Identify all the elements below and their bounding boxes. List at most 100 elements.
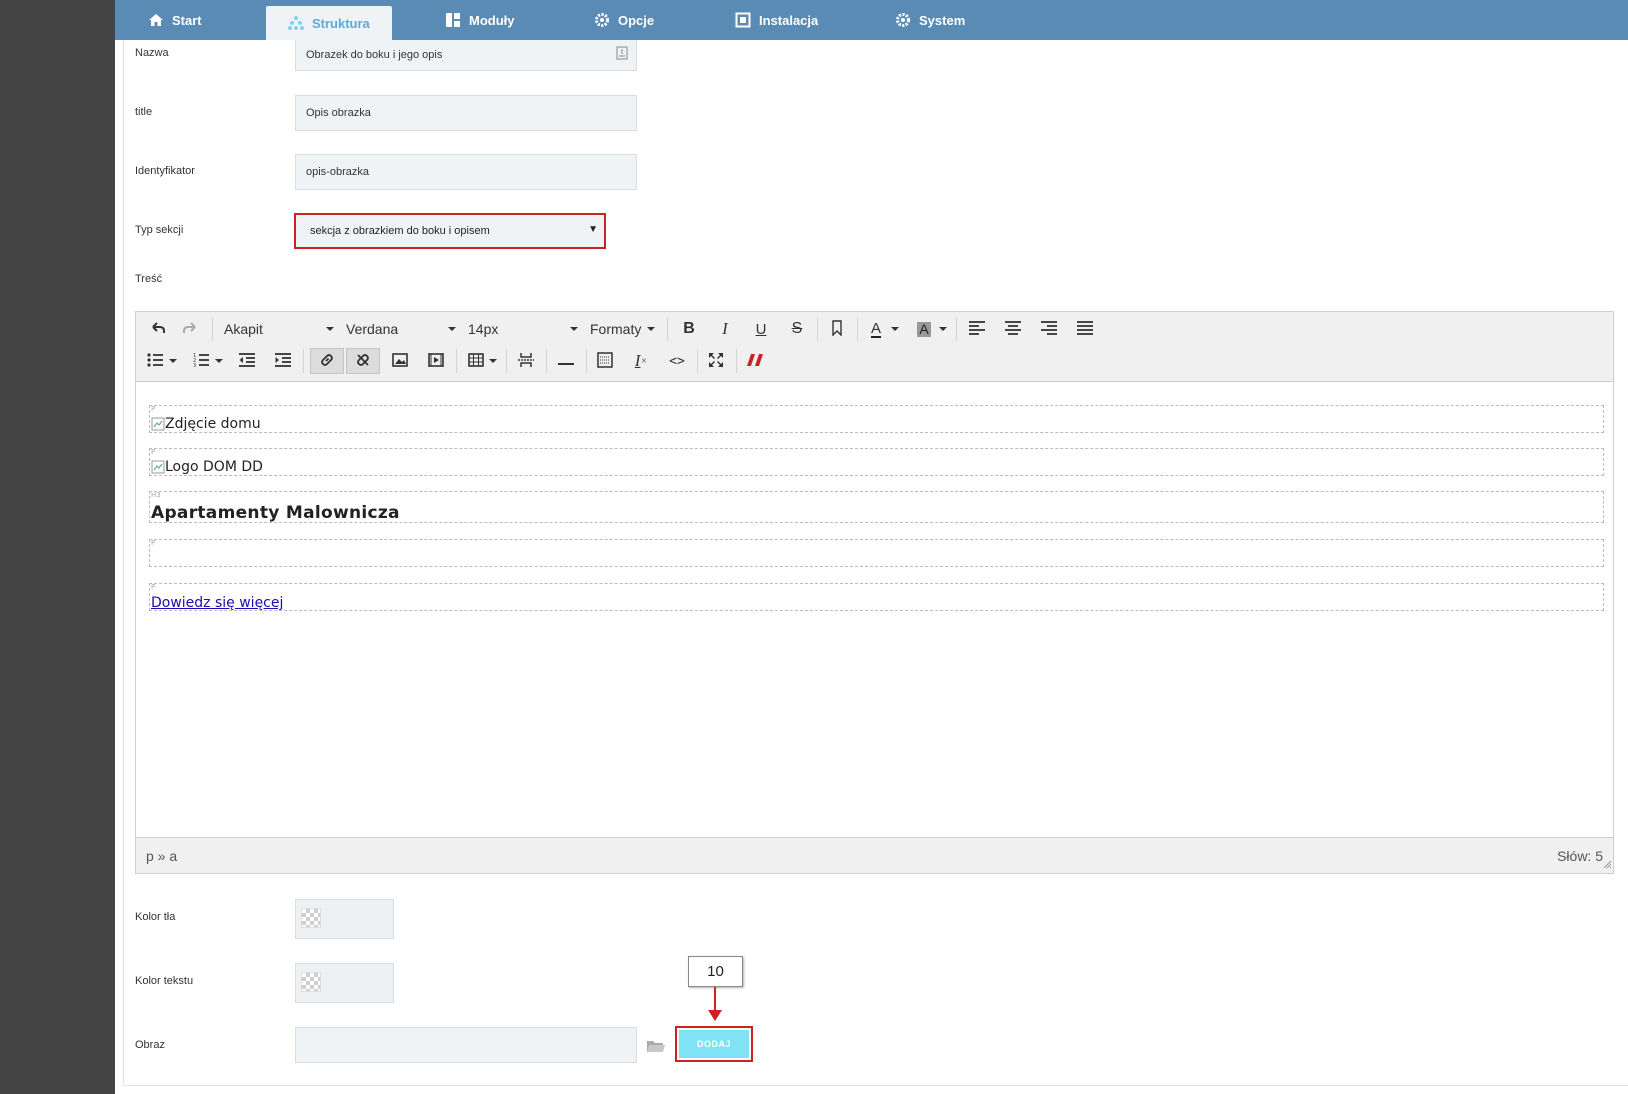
- typ-sekcji-select[interactable]: sekcja z obrazkiem do boku i opisem ▼: [294, 213, 606, 249]
- redo-button[interactable]: [178, 316, 202, 342]
- visual-blocks-button[interactable]: [592, 348, 618, 374]
- caret-down-icon: [489, 359, 497, 363]
- undo-icon: [150, 320, 166, 339]
- tab-start-label: Start: [172, 12, 202, 28]
- word-count: Słów: 5: [1557, 848, 1603, 864]
- broken-image-icon: [151, 460, 165, 474]
- tab-system[interactable]: System: [895, 0, 965, 40]
- kolor-tekstu-picker[interactable]: [295, 963, 394, 1003]
- bookmark-icon: [616, 46, 628, 63]
- resize-handle-icon[interactable]: [1603, 855, 1612, 871]
- fullscreen-button[interactable]: [703, 348, 729, 374]
- tab-instalacja[interactable]: Instalacja: [735, 0, 818, 40]
- numbered-list-button[interactable]: 123: [190, 348, 212, 374]
- link-icon: [319, 352, 335, 371]
- align-left-button[interactable]: [964, 316, 990, 342]
- format-block-value: Akapit: [224, 321, 263, 337]
- bold-button[interactable]: B: [676, 316, 702, 342]
- redo-icon: [182, 320, 198, 339]
- indent-button[interactable]: [270, 348, 296, 374]
- kolor-tekstu-label: Kolor tekstu: [135, 975, 194, 987]
- bg-color-button[interactable]: A: [912, 316, 936, 342]
- editor-statusbar: p » a Słów: 5: [136, 837, 1613, 873]
- insert-table-button[interactable]: [464, 348, 488, 374]
- block-tag-p: P: [151, 583, 156, 591]
- typ-sekcji-label: Typ sekcji: [135, 224, 184, 236]
- tab-moduly[interactable]: Moduły: [445, 0, 515, 40]
- format-block-dropdown[interactable]: Akapit: [224, 316, 334, 342]
- identyfikator-input[interactable]: opis-obrazka: [295, 154, 637, 190]
- obraz-label: Obraz: [135, 1039, 165, 1051]
- title-input[interactable]: Opis obrazka: [295, 95, 637, 131]
- dropdown-arrow-icon: ▼: [588, 224, 598, 235]
- caret-down-icon: [215, 359, 223, 363]
- font-family-value: Verdana: [346, 321, 399, 337]
- italic-button[interactable]: I: [712, 316, 738, 342]
- title-value: Opis obrazka: [306, 107, 371, 119]
- kolor-tla-picker[interactable]: [295, 899, 394, 939]
- outdent-button[interactable]: [234, 348, 260, 374]
- page-break-button[interactable]: [513, 348, 539, 374]
- font-family-dropdown[interactable]: Verdana: [346, 316, 456, 342]
- align-center-button[interactable]: [1000, 316, 1026, 342]
- toolbar-separator: [506, 349, 507, 373]
- nazwa-input[interactable]: Obrazek do boku i jego opis: [295, 40, 637, 71]
- identyfikator-label: Identyfikator: [135, 165, 195, 177]
- caret-down-icon: [570, 327, 578, 331]
- tab-opcje[interactable]: Opcje: [594, 0, 654, 40]
- quote-marks-icon: [747, 353, 763, 370]
- font-size-dropdown[interactable]: 14px: [468, 316, 578, 342]
- align-center-icon: [1005, 320, 1021, 338]
- broken-image[interactable]: Zdjęcie domu: [151, 416, 261, 432]
- outdent-icon: [239, 352, 255, 370]
- align-right-button[interactable]: [1036, 316, 1062, 342]
- content-block-image1[interactable]: P Zdjęcie domu: [149, 405, 1604, 433]
- obraz-input[interactable]: [295, 1027, 637, 1063]
- editor-content[interactable]: P Zdjęcie domu P Logo DOM DD H3 Apartame…: [136, 383, 1613, 839]
- broken-image-icon: [151, 417, 165, 431]
- align-justify-icon: [1077, 320, 1093, 338]
- plugin-button[interactable]: [742, 348, 768, 374]
- formats-dropdown[interactable]: Formaty: [590, 316, 660, 342]
- unlink-button[interactable]: [346, 348, 380, 374]
- tab-struktura[interactable]: Struktura: [266, 6, 392, 40]
- insert-link-button[interactable]: [310, 348, 344, 374]
- table-dropdown[interactable]: [486, 348, 500, 374]
- caret-down-icon: [939, 327, 947, 331]
- insert-image-button[interactable]: [387, 348, 413, 374]
- folder-icon[interactable]: [646, 1038, 666, 1059]
- bg-color-dropdown[interactable]: [936, 316, 950, 342]
- anchor-button[interactable]: [824, 316, 850, 342]
- content-block-empty[interactable]: P: [149, 539, 1604, 567]
- bullet-list-button[interactable]: [144, 348, 166, 374]
- align-justify-button[interactable]: [1072, 316, 1098, 342]
- italic-icon: I: [722, 319, 728, 338]
- svg-text:3: 3: [193, 363, 196, 367]
- content-block-link[interactable]: P Dowiedz się więcej: [149, 583, 1604, 611]
- numbered-list-icon: 123: [193, 353, 209, 370]
- block-tag-p: P: [151, 405, 156, 413]
- text-color-button[interactable]: A: [864, 316, 888, 342]
- strikethrough-button[interactable]: S: [784, 316, 810, 342]
- content-heading: Apartamenty Malownicza: [151, 503, 400, 523]
- bullet-list-dropdown[interactable]: [166, 348, 180, 374]
- dodaj-button[interactable]: DODAJ: [675, 1026, 753, 1062]
- insert-media-button[interactable]: [423, 348, 449, 374]
- numbered-list-dropdown[interactable]: [212, 348, 226, 374]
- caret-down-icon: [169, 359, 177, 363]
- page-break-icon: [518, 352, 534, 371]
- content-block-image2[interactable]: P Logo DOM DD: [149, 448, 1604, 476]
- clear-formatting-button[interactable]: I ×: [628, 348, 654, 374]
- source-code-button[interactable]: <>: [664, 348, 690, 374]
- broken-image[interactable]: Logo DOM DD: [151, 459, 263, 475]
- text-color-dropdown[interactable]: [888, 316, 902, 342]
- horizontal-line-button[interactable]: [553, 348, 579, 374]
- toolbar-separator: [456, 349, 457, 373]
- tab-start[interactable]: Start: [148, 0, 202, 40]
- undo-button[interactable]: [146, 316, 170, 342]
- content-block-heading[interactable]: H3 Apartamenty Malownicza: [149, 491, 1604, 523]
- typ-sekcji-value: sekcja z obrazkiem do boku i opisem: [310, 225, 490, 237]
- underline-button[interactable]: U: [748, 316, 774, 342]
- content-link[interactable]: Dowiedz się więcej: [151, 595, 283, 611]
- element-path[interactable]: p » a: [146, 848, 177, 864]
